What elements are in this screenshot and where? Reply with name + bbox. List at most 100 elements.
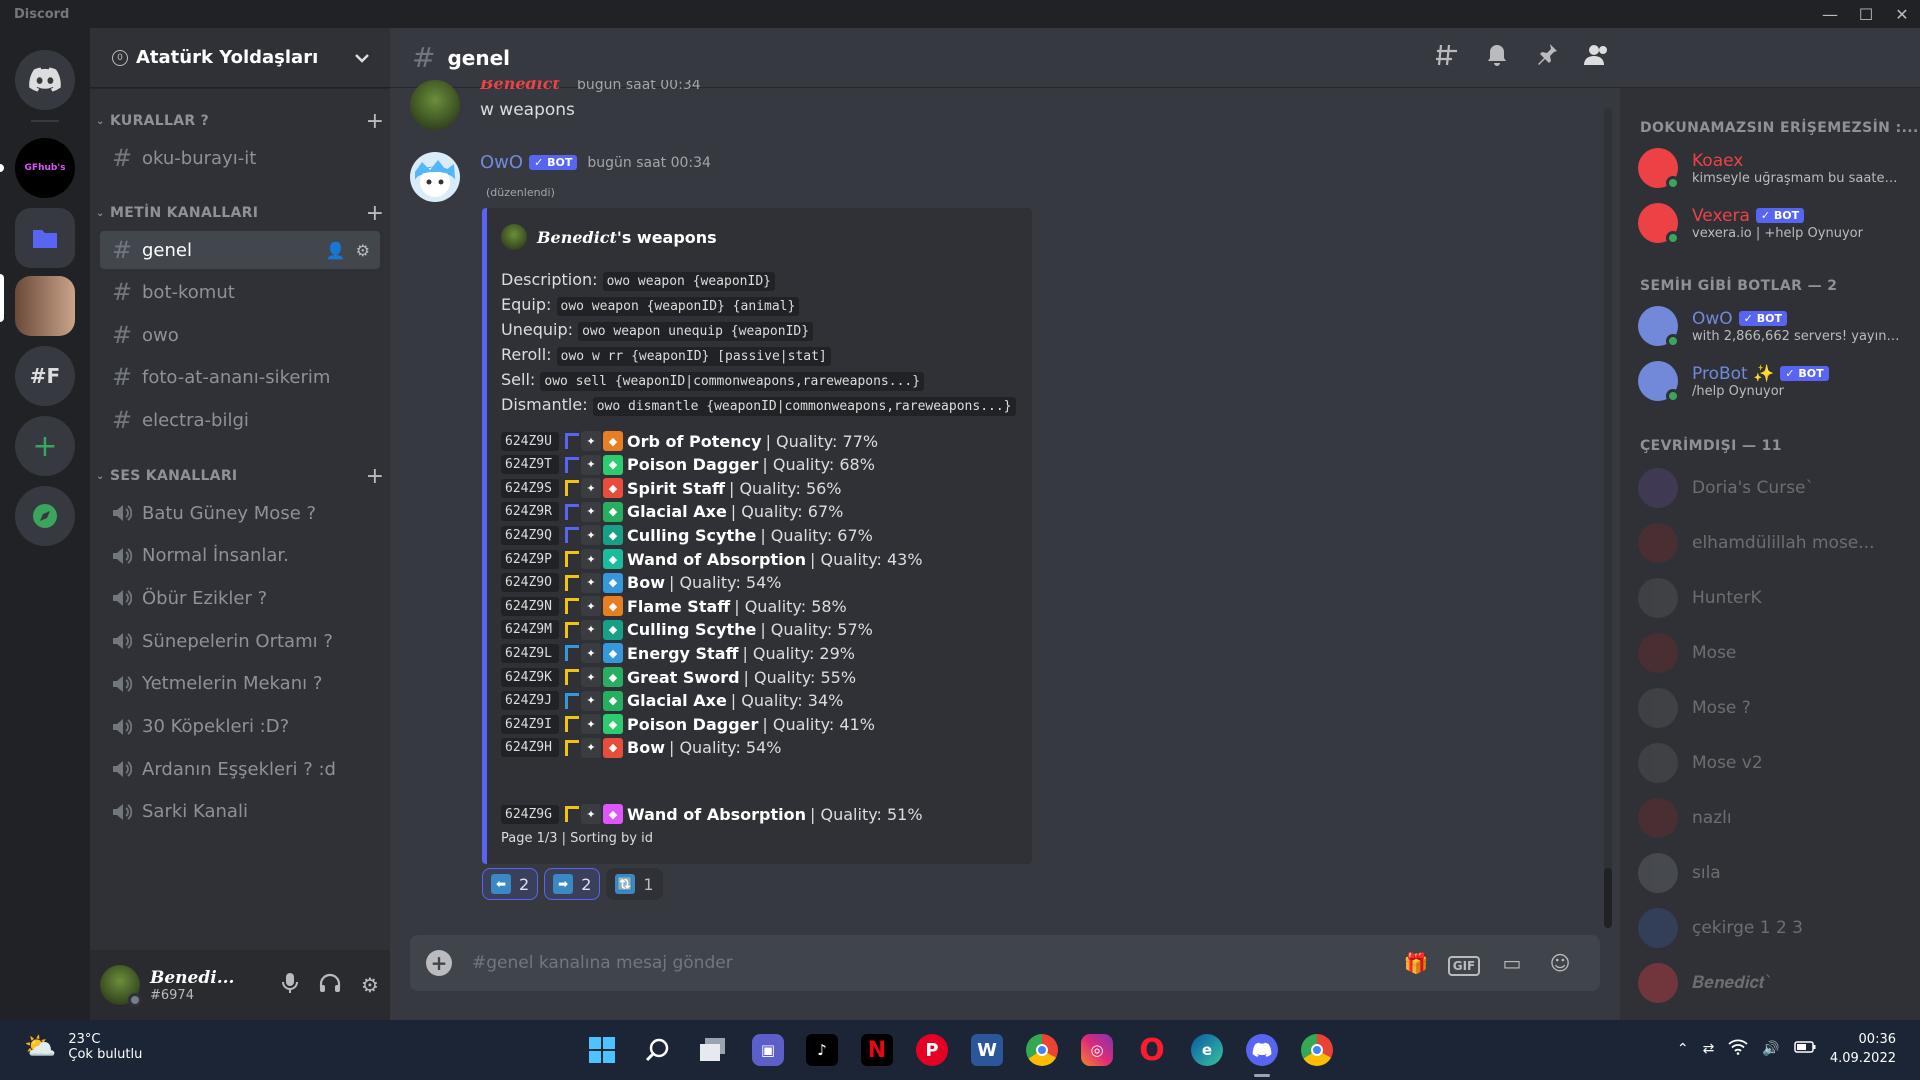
member-item[interactable]: Mose v2 bbox=[1638, 739, 1908, 787]
add-server-button[interactable]: + bbox=[15, 416, 75, 476]
member-item[interactable]: çekirge 1 2 3 bbox=[1638, 904, 1908, 952]
reaction-refresh[interactable]: 🔃 1 bbox=[606, 868, 663, 900]
user-avatar[interactable] bbox=[100, 965, 142, 1007]
message-avatar[interactable] bbox=[410, 80, 460, 130]
search-taskbar-icon[interactable] bbox=[642, 1034, 674, 1066]
server-list: GFhub's #F + bbox=[0, 28, 90, 1020]
member-item[interactable]: 𝑩𝒆𝒏𝒆𝒅𝒊𝒄𝒕` bbox=[1638, 959, 1908, 1007]
voice-channel[interactable]: Sünepelerin Ortamı ? bbox=[100, 622, 380, 660]
member-item[interactable]: Vexera ✓ BOT vexera.io | +help Oynuyor bbox=[1638, 199, 1908, 247]
add-channel-icon[interactable]: + bbox=[360, 109, 390, 134]
chrome-icon[interactable] bbox=[1026, 1034, 1058, 1066]
gif-button[interactable]: GIF bbox=[1440, 951, 1488, 976]
tiktok-icon[interactable]: ♪ bbox=[806, 1034, 838, 1066]
microphone-icon[interactable] bbox=[270, 972, 310, 999]
weather-widget[interactable]: ⛅ 23°C Çok bulutlu bbox=[24, 1032, 142, 1062]
voice-channel[interactable]: Yetmelerin Mekanı ? bbox=[100, 665, 380, 703]
server-f[interactable]: #F bbox=[15, 346, 75, 406]
opera-icon[interactable]: O bbox=[1136, 1033, 1168, 1068]
discord-logo-icon bbox=[29, 67, 61, 92]
volume-icon[interactable]: 🔊 bbox=[1762, 1041, 1779, 1057]
invite-icon[interactable]: 👤 bbox=[326, 241, 346, 260]
reaction-right-arrow[interactable]: ➡ 2 bbox=[544, 868, 601, 900]
add-channel-icon[interactable]: + bbox=[360, 201, 390, 226]
member-item[interactable]: Mose bbox=[1638, 629, 1908, 677]
add-channel-icon[interactable]: + bbox=[360, 464, 390, 489]
category-text[interactable]: ⌄ METİN KANALLARI + bbox=[90, 201, 390, 226]
emoji-icon[interactable]: ☺ bbox=[1536, 951, 1584, 975]
word-icon[interactable]: W bbox=[971, 1034, 1003, 1066]
explore-servers-button[interactable] bbox=[15, 486, 75, 546]
reaction-left-arrow[interactable]: ⬅ 2 bbox=[482, 868, 539, 900]
discord-taskbar-icon[interactable] bbox=[1246, 1034, 1278, 1066]
bot-author[interactable]: OwO bbox=[480, 152, 523, 173]
sticker-icon[interactable]: ▭ bbox=[1488, 951, 1536, 975]
bell-icon[interactable] bbox=[1472, 43, 1522, 73]
voice-channel[interactable]: Sarki Kanali bbox=[100, 793, 380, 831]
member-item[interactable]: Doria's Curse` bbox=[1638, 464, 1908, 512]
edge-icon[interactable]: e bbox=[1191, 1034, 1223, 1066]
channel-oku-burayi-it[interactable]: # oku-burayı-it bbox=[100, 139, 380, 177]
channel-owo[interactable]: # owo bbox=[100, 316, 380, 354]
user-settings-gear-icon[interactable]: ⚙ bbox=[350, 973, 390, 997]
channel-label: electra-bilgi bbox=[142, 409, 249, 431]
task-view-icon[interactable] bbox=[697, 1034, 729, 1066]
clock[interactable]: 00:36 4.09.2022 bbox=[1830, 1030, 1896, 1068]
wifi-icon[interactable] bbox=[1728, 1039, 1749, 1059]
channel-foto[interactable]: # foto-at-ananı-sikerim bbox=[100, 358, 380, 396]
voice-channel[interactable]: Batu Güney Mose ? bbox=[100, 494, 380, 532]
weapon-icon: ◆ bbox=[603, 667, 623, 687]
voice-channel[interactable]: Öbür Ezikler ? bbox=[100, 579, 380, 617]
server-folder[interactable] bbox=[15, 208, 75, 268]
member-item[interactable]: sıla bbox=[1638, 849, 1908, 897]
member-item[interactable]: elhamdülillah mose... bbox=[1638, 519, 1908, 567]
member-avatar bbox=[1638, 688, 1678, 728]
close-button[interactable]: ✕ bbox=[1884, 0, 1920, 28]
gear-icon[interactable]: ⚙ bbox=[356, 241, 370, 260]
member-item[interactable]: ProBot ✨ ✓ BOT/help Oynuyor bbox=[1638, 357, 1908, 405]
network-toggle-icon[interactable]: ⇄ bbox=[1703, 1041, 1715, 1057]
pin-icon[interactable] bbox=[1522, 43, 1572, 73]
channel-genel[interactable]: # genel 👤 ⚙ bbox=[100, 231, 380, 269]
instagram-icon[interactable]: ◎ bbox=[1081, 1034, 1113, 1066]
pinterest-icon[interactable]: P bbox=[916, 1034, 948, 1066]
maximize-button[interactable]: ☐ bbox=[1848, 0, 1884, 28]
minimize-button[interactable]: — bbox=[1812, 0, 1848, 28]
member-item[interactable]: OwO ✓ BOT with 2,866,662 servers! yayında bbox=[1638, 302, 1908, 350]
voice-channel[interactable]: 30 Köpekleri :D? bbox=[100, 708, 380, 746]
netflix-icon[interactable]: N bbox=[861, 1034, 893, 1066]
embed-author-name: 𝑩𝒆𝒏𝒆𝒅𝒊𝒄𝒕 bbox=[537, 227, 617, 247]
category-rules[interactable]: ⌄ KURALLAR ? + bbox=[90, 109, 390, 134]
battery-icon[interactable] bbox=[1794, 1041, 1816, 1057]
headphones-icon[interactable] bbox=[310, 973, 350, 998]
guild-header[interactable]: 0 Atatürk Yoldaşları bbox=[90, 28, 390, 88]
speaker-icon bbox=[112, 802, 142, 822]
server-gfhub[interactable]: GFhub's bbox=[15, 138, 75, 198]
member-item[interactable]: nazlı bbox=[1638, 794, 1908, 842]
channel-electra-bilgi[interactable]: # electra-bilgi bbox=[100, 401, 380, 439]
threads-icon[interactable] bbox=[1422, 43, 1472, 73]
start-button[interactable] bbox=[586, 1034, 618, 1066]
member-item[interactable]: HunterK bbox=[1638, 574, 1908, 622]
chrome-profile-icon[interactable] bbox=[1301, 1034, 1333, 1066]
message-author[interactable]: Benedict bbox=[480, 80, 560, 93]
voice-channel[interactable]: Ardanın Eşşekleri ? :d bbox=[100, 750, 380, 788]
add-attachment-button[interactable]: + bbox=[426, 950, 452, 976]
scrollbar-thumb[interactable] bbox=[1604, 868, 1612, 928]
member-item[interactable]: Koaex kimseyle uğraşmam bu saaten ... bbox=[1638, 144, 1908, 192]
channel-bot-komut[interactable]: # bot-komut bbox=[100, 273, 380, 311]
message-input[interactable] bbox=[472, 953, 1392, 973]
chat-scrollbar[interactable] bbox=[1604, 108, 1612, 928]
teams-chat-icon[interactable]: ▣ bbox=[752, 1034, 784, 1066]
home-button[interactable] bbox=[15, 50, 75, 110]
members-list-icon[interactable] bbox=[1572, 44, 1622, 72]
chevron-up-icon[interactable]: ⌃ bbox=[1677, 1041, 1689, 1057]
category-voice[interactable]: ⌄ SES KANALLARI + bbox=[90, 464, 390, 489]
member-avatar bbox=[1638, 633, 1678, 673]
passive-icon: ✦ bbox=[581, 454, 601, 475]
server-ataturk-yoldaslari[interactable] bbox=[15, 276, 75, 336]
member-item[interactable]: Mose ? bbox=[1638, 684, 1908, 732]
gift-icon[interactable]: 🎁 bbox=[1392, 951, 1440, 975]
owo-avatar[interactable] bbox=[410, 152, 460, 202]
voice-channel[interactable]: Normal İnsanlar. bbox=[100, 537, 380, 575]
